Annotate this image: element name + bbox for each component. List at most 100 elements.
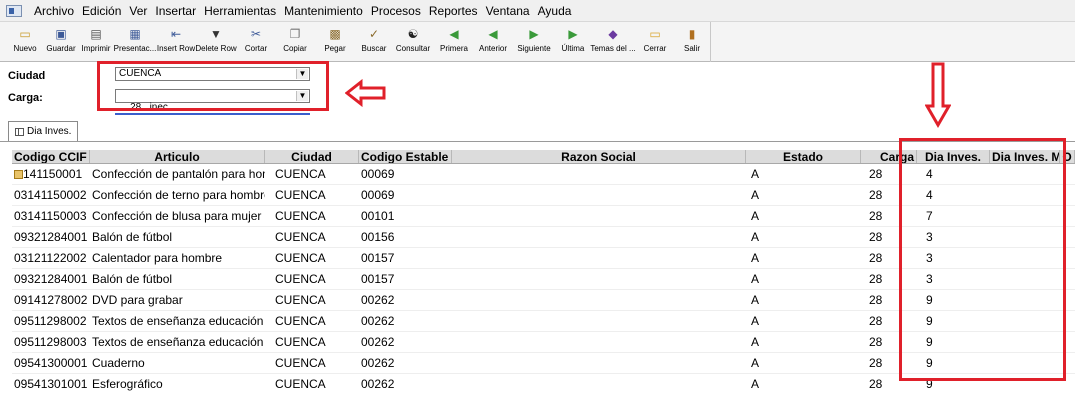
cell-carga[interactable]: 28 (861, 374, 917, 394)
cell-codigo-ccif[interactable]: 09511298003 (12, 332, 90, 352)
cell-ciudad[interactable]: CUENCA (265, 311, 359, 331)
table-row[interactable]: 03141150003 Confección de blusa para muje… (12, 206, 1075, 227)
cell-ciudad[interactable]: CUENCA (265, 353, 359, 373)
cell-codigo-ccif[interactable]: 141150001 (12, 164, 90, 184)
cell-dia-inves-mod[interactable] (990, 206, 1060, 226)
cell-codigo-ccif[interactable]: 03141150003 (12, 206, 90, 226)
cell-codigo-estable[interactable]: 00262 (359, 311, 452, 331)
cell-estado[interactable]: A (746, 374, 861, 394)
cell-codigo-ccif[interactable]: 03141150002 (12, 185, 90, 205)
menu-archivo[interactable]: Archivo (30, 4, 78, 18)
cell-razon-social[interactable] (452, 269, 746, 289)
cell-codigo-ccif[interactable]: 03121122002 (12, 248, 90, 268)
insert-row-button[interactable]: ⇤ Insert Row (156, 22, 196, 62)
cell-ciudad[interactable]: CUENCA (265, 248, 359, 268)
cell-codigo-ccif[interactable]: 09321284001 (12, 269, 90, 289)
cell-carga[interactable]: 28 (861, 185, 917, 205)
preview-button[interactable]: ▦ Presentac... (114, 22, 157, 62)
table-row[interactable]: 03141150002 Confección de terno para homb… (12, 185, 1075, 206)
cell-razon-social[interactable] (452, 374, 746, 394)
cell-estado[interactable]: A (746, 206, 861, 226)
header-dia-inves-mod[interactable]: Dia Inves. Mod. (990, 150, 1060, 163)
header-estado[interactable]: Estado (746, 150, 861, 163)
cell-dia-inves-mod[interactable] (990, 311, 1060, 331)
cell-estado[interactable]: A (746, 248, 861, 268)
cell-ciudad[interactable]: CUENCA (265, 185, 359, 205)
cell-dia-inves[interactable]: 3 (917, 227, 990, 247)
menu-ver[interactable]: Ver (125, 4, 151, 18)
cell-dia-inves[interactable]: 3 (917, 248, 990, 268)
cell-codigo-ccif[interactable]: 09541300001 (12, 353, 90, 373)
cell-codigo-ccif[interactable]: 09321284001 (12, 227, 90, 247)
cell-codigo-ccif[interactable]: 09511298002 (12, 311, 90, 331)
cell-carga[interactable]: 28 (861, 311, 917, 331)
themes-button[interactable]: ◆ Temas del ... (590, 22, 636, 62)
cell-dia-inves[interactable]: 9 (917, 353, 990, 373)
menu-herramientas[interactable]: Herramientas (200, 4, 280, 18)
cell-razon-social[interactable] (452, 164, 746, 184)
cell-articulo[interactable]: DVD para grabar (90, 290, 265, 310)
cell-articulo[interactable]: Cuaderno (90, 353, 265, 373)
cell-ciudad[interactable]: CUENCA (265, 332, 359, 352)
previous-button[interactable]: ◀ Anterior (474, 22, 512, 62)
cell-ciudad[interactable]: CUENCA (265, 374, 359, 394)
table-row[interactable]: 09541301001 Esferográfico CUENCA 00262 A 28 9 (12, 374, 1075, 394)
print-button[interactable]: ▤ Imprimir (78, 22, 114, 62)
cell-articulo[interactable]: Textos de enseñanza educación b (90, 332, 265, 352)
cell-codigo-estable[interactable]: 00262 (359, 332, 452, 352)
cut-button[interactable]: ✂ Cortar (236, 22, 276, 62)
cell-codigo-estable[interactable]: 00069 (359, 164, 452, 184)
cell-codigo-estable[interactable]: 00101 (359, 206, 452, 226)
cell-carga[interactable]: 28 (861, 227, 917, 247)
next-button[interactable]: ▶ Siguiente (512, 22, 556, 62)
cell-ciudad[interactable]: CUENCA (265, 227, 359, 247)
cell-codigo-ccif[interactable]: 09141278002 (12, 290, 90, 310)
cell-dia-inves-mod[interactable] (990, 353, 1060, 373)
header-razon-social[interactable]: Razon Social (452, 150, 746, 163)
cell-articulo[interactable]: Confección de terno para hombre (90, 185, 265, 205)
cell-estado[interactable]: A (746, 353, 861, 373)
header-codigo-ccif[interactable]: Codigo CCIF (12, 150, 90, 163)
cell-dia-inves[interactable]: 3 (917, 269, 990, 289)
cell-ciudad[interactable]: CUENCA (265, 290, 359, 310)
cell-dia-inves[interactable]: 9 (917, 374, 990, 394)
cell-codigo-estable[interactable]: 00069 (359, 185, 452, 205)
cell-carga[interactable]: 28 (861, 206, 917, 226)
menu-procesos[interactable]: Procesos (367, 4, 425, 18)
cell-dia-inves[interactable]: 4 (917, 185, 990, 205)
cell-razon-social[interactable] (452, 311, 746, 331)
new-button[interactable]: ▭ Nuevo (6, 22, 44, 62)
cell-razon-social[interactable] (452, 332, 746, 352)
cell-dia-inves-mod[interactable] (990, 185, 1060, 205)
cell-ciudad[interactable]: CUENCA (265, 164, 359, 184)
cell-dia-inves[interactable]: 9 (917, 311, 990, 331)
cell-dia-inves-mod[interactable] (990, 227, 1060, 247)
first-button[interactable]: ◀ Primera (434, 22, 474, 62)
delete-row-button[interactable]: ▼ Delete Row (195, 22, 236, 62)
cell-carga[interactable]: 28 (861, 332, 917, 352)
cell-codigo-estable[interactable]: 00157 (359, 269, 452, 289)
table-row[interactable]: 09321284001 Balón de fútbol CUENCA 00156 A 28… (12, 227, 1075, 248)
cell-codigo-estable[interactable]: 00157 (359, 248, 452, 268)
cell-ciudad[interactable]: CUENCA (265, 269, 359, 289)
cell-dia-inves-mod[interactable] (990, 269, 1060, 289)
cell-articulo[interactable]: Calentador para hombre (90, 248, 265, 268)
table-row[interactable]: 09321284001 Balón de fútbol CUENCA 00157 A 28… (12, 269, 1075, 290)
cell-dia-inves-mod[interactable] (990, 374, 1060, 394)
cell-carga[interactable]: 28 (861, 353, 917, 373)
header-articulo[interactable]: Articulo (90, 150, 265, 163)
cell-estado[interactable]: A (746, 290, 861, 310)
header-ciudad[interactable]: Ciudad (265, 150, 359, 163)
table-row[interactable]: 141150001 Confección de pantalón para hom… (12, 164, 1075, 185)
cell-carga[interactable]: 28 (861, 248, 917, 268)
close-button[interactable]: ▭ Cerrar (636, 22, 674, 62)
cell-ciudad[interactable]: CUENCA (265, 206, 359, 226)
app-window-icon[interactable] (6, 4, 22, 17)
exit-button[interactable]: ▮ Salir (674, 22, 710, 62)
cell-estado[interactable]: A (746, 185, 861, 205)
table-row[interactable]: 09511298003 Textos de enseñanza educación… (12, 332, 1075, 353)
cell-dia-inves-mod[interactable] (990, 290, 1060, 310)
cell-dia-inves[interactable]: 4 (917, 164, 990, 184)
cell-razon-social[interactable] (452, 206, 746, 226)
menu-ayuda[interactable]: Ayuda (534, 4, 576, 18)
